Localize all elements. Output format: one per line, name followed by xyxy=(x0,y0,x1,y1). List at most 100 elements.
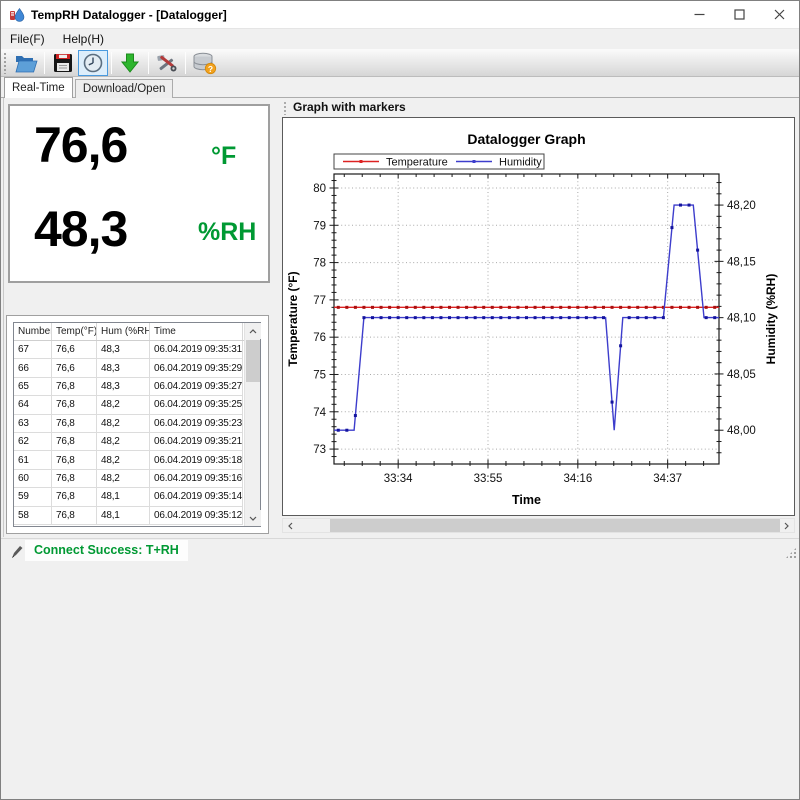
data-marker xyxy=(397,306,400,309)
table-row[interactable]: 5976,848,106.04.2019 09:35:14 xyxy=(14,488,260,506)
table-row[interactable]: 6176,848,206.04.2019 09:35:18 xyxy=(14,451,260,469)
table-cell: 76,6 xyxy=(52,341,97,359)
chevron-up-icon xyxy=(249,329,257,334)
data-marker xyxy=(482,316,485,319)
toolbar-separator xyxy=(111,52,112,74)
table-cell: 06.04.2019 09:35:27 xyxy=(150,378,243,396)
data-marker xyxy=(602,306,605,309)
data-marker xyxy=(414,316,417,319)
toolbar-grip[interactable] xyxy=(3,52,7,74)
legend-label: Humidity xyxy=(499,157,542,169)
temperature-value: 76,6 xyxy=(34,116,127,174)
humidity-unit: %RH xyxy=(198,218,256,247)
chevron-left-icon xyxy=(288,522,293,530)
minimize-icon xyxy=(694,9,705,20)
table-cell: 76,8 xyxy=(52,470,97,488)
save-floppy-icon xyxy=(52,52,74,74)
realtime-button[interactable] xyxy=(78,50,108,76)
table-cell: 48,2 xyxy=(97,415,150,433)
left-tick-label: 77 xyxy=(313,295,326,307)
data-marker xyxy=(705,316,708,319)
minimize-button[interactable] xyxy=(679,1,719,28)
table-cell: 48,3 xyxy=(97,341,150,359)
table-row[interactable]: 6076,848,206.04.2019 09:35:16 xyxy=(14,470,260,488)
open-file-button[interactable] xyxy=(11,50,41,76)
table-row[interactable]: 6476,848,206.04.2019 09:35:25 xyxy=(14,396,260,414)
scrollbar-thumb[interactable] xyxy=(330,519,780,532)
data-marker xyxy=(534,306,537,309)
data-marker xyxy=(362,306,365,309)
x-tick-label: 34:16 xyxy=(563,473,592,485)
table-row[interactable]: 6676,648,306.04.2019 09:35:29 xyxy=(14,359,260,377)
menu-item[interactable]: Help(H) xyxy=(54,30,113,48)
table-row[interactable]: 6276,848,206.04.2019 09:35:21 xyxy=(14,433,260,451)
menu-item[interactable]: File(F) xyxy=(1,30,54,48)
left-tick-label: 73 xyxy=(313,444,326,456)
device-info-button[interactable]: ? xyxy=(189,50,219,76)
data-marker xyxy=(713,306,716,309)
data-marker xyxy=(491,316,494,319)
data-marker xyxy=(670,306,673,309)
data-marker xyxy=(474,316,477,319)
legend-marker xyxy=(473,160,476,163)
table-cell: 06.04.2019 09:35:23 xyxy=(150,415,243,433)
table-cell: 58 xyxy=(14,507,52,525)
data-marker xyxy=(457,306,460,309)
data-marker xyxy=(585,316,588,319)
graph-panel-grip[interactable] xyxy=(283,101,287,115)
menubar: File(F)Help(H) xyxy=(1,29,799,49)
data-marker xyxy=(670,226,673,229)
column-header[interactable]: Time xyxy=(150,323,243,340)
data-marker xyxy=(696,249,699,252)
table-vertical-scrollbar[interactable] xyxy=(244,323,260,526)
scroll-right-button[interactable] xyxy=(779,519,794,532)
data-marker xyxy=(653,316,656,319)
download-button[interactable] xyxy=(115,50,145,76)
table-cell: 48,2 xyxy=(97,396,150,414)
resize-grip-icon[interactable] xyxy=(785,547,797,559)
column-header[interactable]: Hum (%RH) xyxy=(97,323,150,340)
graph-horizontal-scrollbar[interactable] xyxy=(282,518,795,533)
data-marker xyxy=(645,316,648,319)
data-marker xyxy=(688,306,691,309)
scroll-left-button[interactable] xyxy=(283,519,298,532)
data-marker xyxy=(551,316,554,319)
table-cell: 60 xyxy=(14,470,52,488)
right-tick-label: 48,10 xyxy=(727,313,756,325)
maximize-button[interactable] xyxy=(719,1,759,28)
table-cell: 63 xyxy=(14,415,52,433)
data-marker xyxy=(380,306,383,309)
tab-download-open[interactable]: Download/Open xyxy=(75,79,173,98)
save-button[interactable] xyxy=(48,50,78,76)
left-tick-label: 78 xyxy=(313,258,326,270)
log-table-panel: NumberTemp(°F)Hum (%RH)Time 6776,648,306… xyxy=(6,315,269,534)
column-header[interactable]: Number xyxy=(14,323,52,340)
realtime-display-panel: 76,6 °F 48,3 %RH xyxy=(8,104,270,283)
log-table: NumberTemp(°F)Hum (%RH)Time 6776,648,306… xyxy=(13,322,261,527)
scroll-up-button[interactable] xyxy=(245,323,261,339)
table-row[interactable]: 6776,648,306.04.2019 09:35:31 xyxy=(14,341,260,359)
table-row[interactable]: 6376,848,206.04.2019 09:35:23 xyxy=(14,415,260,433)
data-marker xyxy=(482,306,485,309)
close-button[interactable] xyxy=(759,1,799,28)
table-cell: 06.04.2019 09:35:16 xyxy=(150,470,243,488)
table-cell: 62 xyxy=(14,433,52,451)
legend-label: Temperature xyxy=(386,157,448,169)
data-marker xyxy=(448,306,451,309)
table-cell: 76,8 xyxy=(52,451,97,469)
data-marker xyxy=(371,306,374,309)
data-marker xyxy=(653,306,656,309)
table-row[interactable]: 6576,848,306.04.2019 09:35:27 xyxy=(14,378,260,396)
table-cell: 06.04.2019 09:35:25 xyxy=(150,396,243,414)
scroll-down-button[interactable] xyxy=(245,510,261,526)
table-row[interactable]: 5876,848,106.04.2019 09:35:12 xyxy=(14,507,260,525)
right-tick-label: 48,20 xyxy=(727,200,756,212)
maximize-icon xyxy=(734,9,745,20)
left-tick-label: 76 xyxy=(313,332,326,344)
data-marker xyxy=(525,306,528,309)
column-header[interactable]: Temp(°F) xyxy=(52,323,97,340)
data-marker xyxy=(337,429,340,432)
tab-real-time[interactable]: Real-Time xyxy=(4,77,73,98)
scrollbar-thumb[interactable] xyxy=(246,340,260,382)
settings-button[interactable] xyxy=(152,50,182,76)
